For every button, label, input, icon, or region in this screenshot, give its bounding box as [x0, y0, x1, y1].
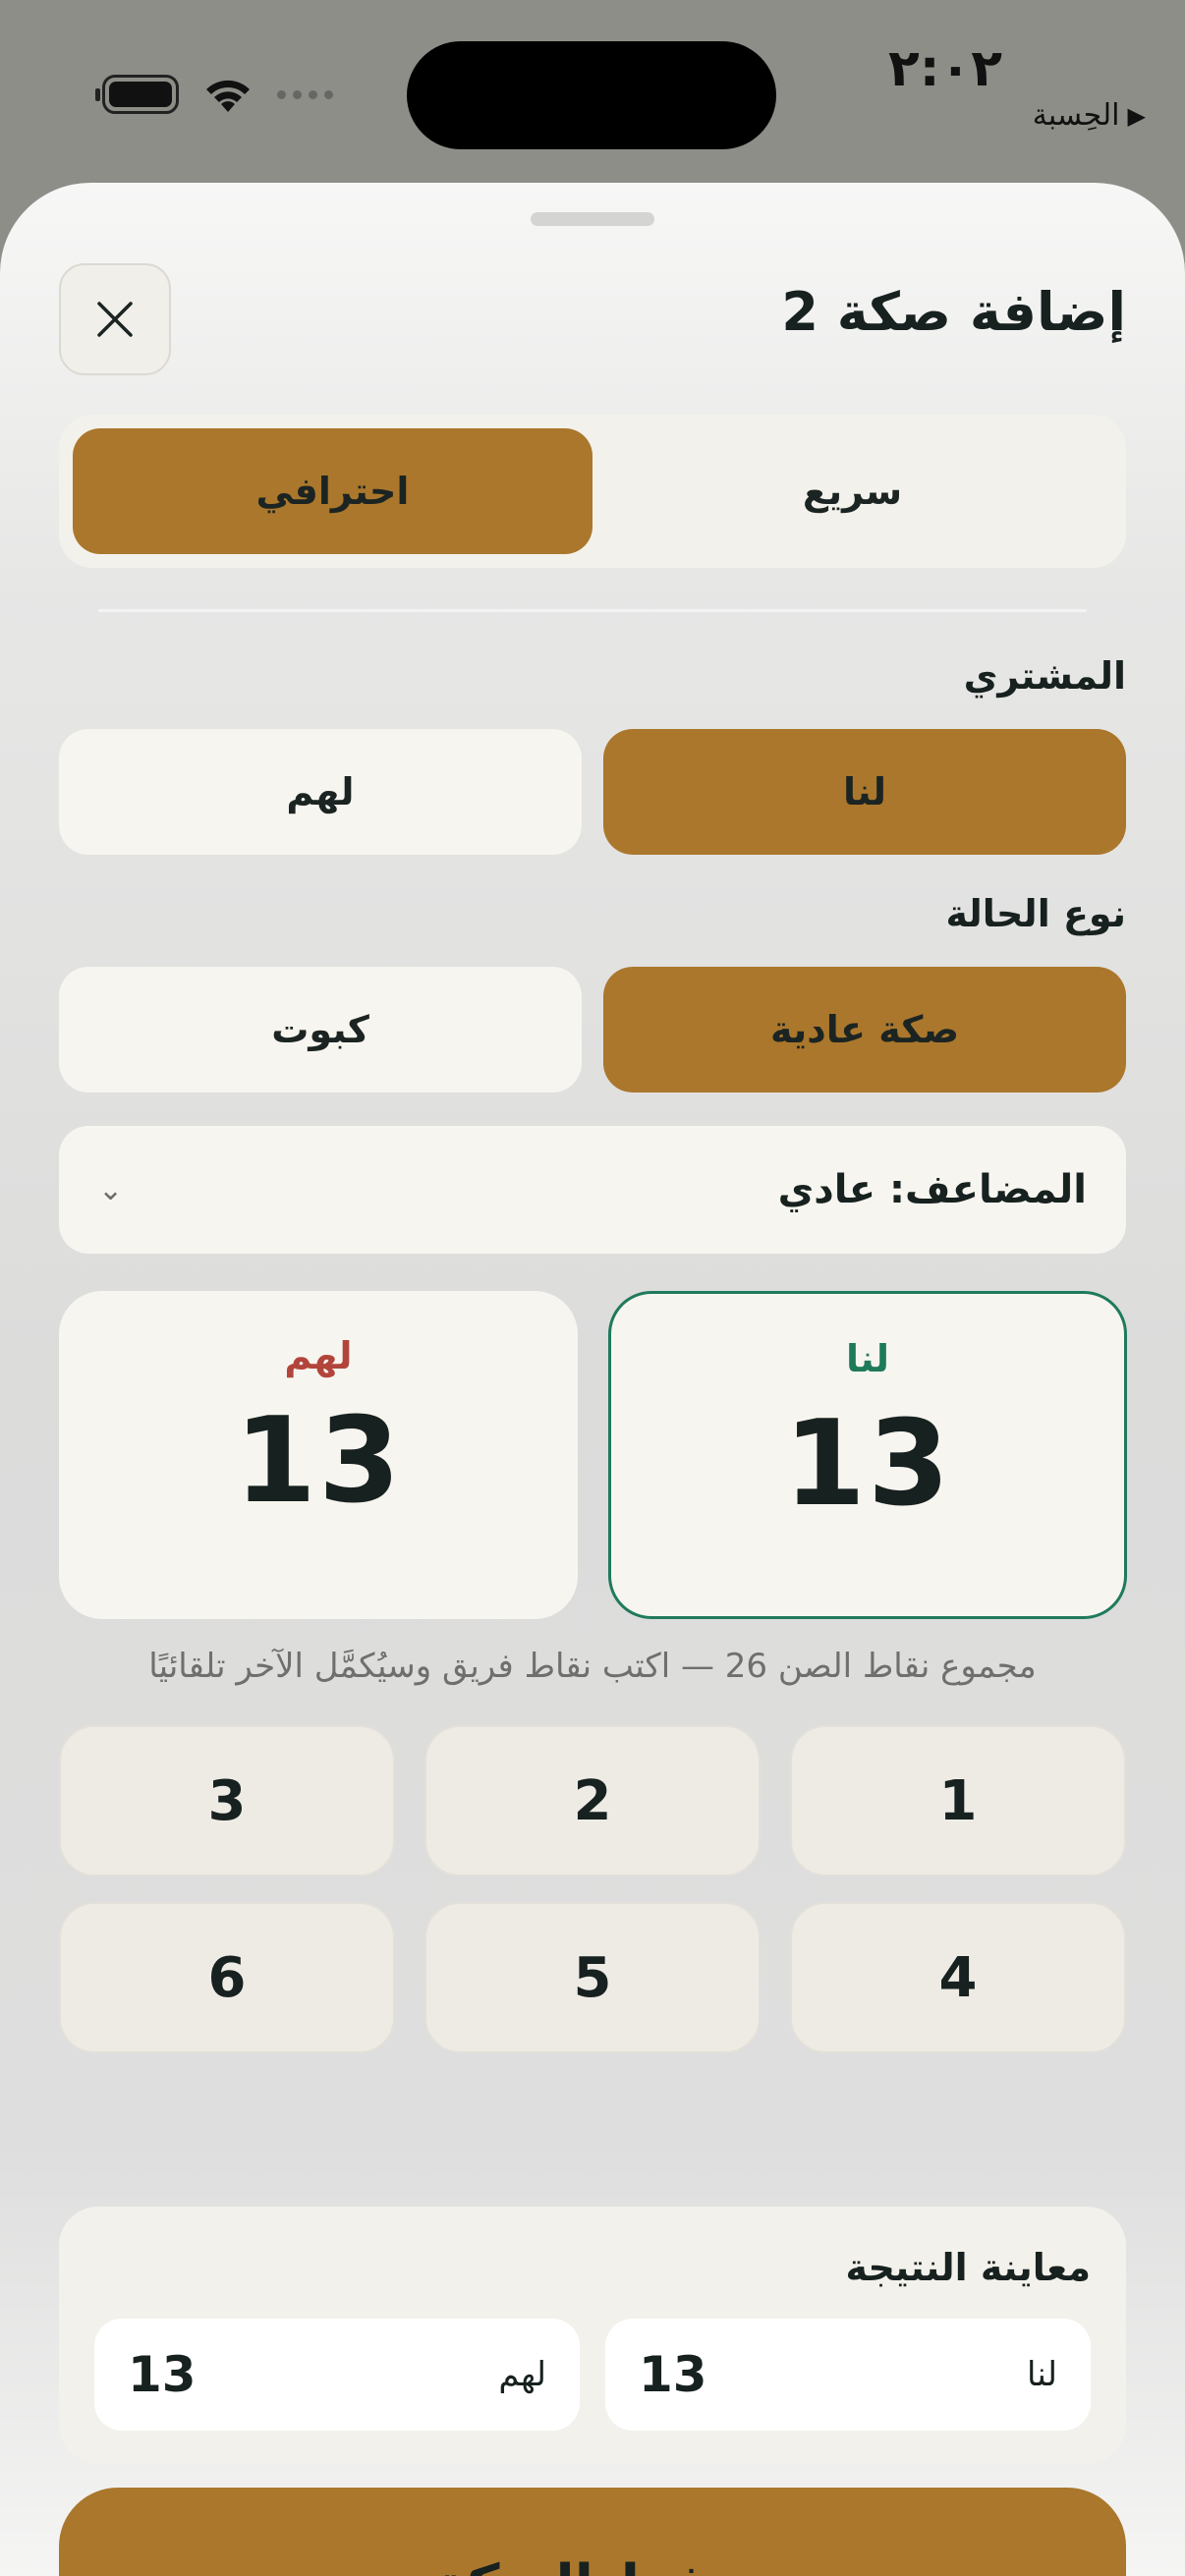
- sheet-title: إضافة صكة 2: [781, 281, 1126, 343]
- close-icon: [97, 302, 133, 337]
- score-card-ours[interactable]: لنا 13: [608, 1291, 1127, 1619]
- preview-theirs-value: 13: [128, 2346, 197, 2403]
- score-ours-value: 13: [783, 1396, 952, 1533]
- score-theirs-value: 13: [234, 1393, 403, 1530]
- sheet-grabber[interactable]: [531, 212, 654, 226]
- preview-theirs: 13 لهم: [94, 2319, 580, 2431]
- status-bar: ٢:٠٢ ▶ الحِسبة: [0, 0, 1185, 177]
- mode-quick-tab[interactable]: سريع: [592, 428, 1112, 554]
- case-kaboot-button[interactable]: كبوت: [59, 967, 582, 1092]
- keypad-key-3[interactable]: 3: [59, 1725, 395, 1876]
- preview-ours-label: لنا: [1027, 2355, 1057, 2394]
- multiplier-value: المضاعف: عادي: [777, 1167, 1087, 1212]
- keypad-key-1[interactable]: 1: [790, 1725, 1126, 1876]
- save-round-button[interactable]: حفظ الصكة: [59, 2488, 1126, 2576]
- points-hint: مجموع نقاط الصن 26 — اكتب نقاط فريق وسيُ…: [148, 1647, 1037, 1686]
- keypad-key-5[interactable]: 5: [424, 1902, 761, 2053]
- score-ours-label: لنا: [845, 1337, 890, 1380]
- score-theirs-label: لهم: [284, 1334, 353, 1377]
- buyer-selector: لنا لهم: [59, 729, 1126, 855]
- add-round-sheet: إضافة صكة 2 سريع احترافي المشتري لنا لهم…: [0, 183, 1185, 2576]
- wifi-icon: [206, 80, 250, 112]
- keypad-key-4[interactable]: 4: [790, 1902, 1126, 2053]
- status-time: ٢:٠٢: [887, 39, 1002, 98]
- mode-pro-tab[interactable]: احترافي: [73, 428, 592, 554]
- divider: [98, 609, 1087, 612]
- back-app-label: الحِسبة: [1032, 98, 1120, 133]
- chevron-down-icon: ⌄: [98, 1172, 124, 1207]
- system-icons: [95, 75, 333, 114]
- buyer-ours-button[interactable]: لنا: [603, 729, 1126, 855]
- preview-ours: 13 لنا: [605, 2319, 1091, 2431]
- back-to-app-link[interactable]: ▶ الحِسبة: [1033, 98, 1146, 133]
- buyer-label: المشتري: [963, 654, 1126, 698]
- cellular-signal-icon: [277, 89, 333, 99]
- buyer-theirs-button[interactable]: لهم: [59, 729, 582, 855]
- preview-title: معاينة النتيجة: [845, 2246, 1091, 2289]
- close-button[interactable]: [59, 263, 171, 375]
- multiplier-dropdown[interactable]: ⌄ المضاعف: عادي: [59, 1126, 1126, 1254]
- case-type-label: نوع الحالة: [945, 892, 1126, 935]
- dynamic-island: [407, 41, 776, 149]
- keypad-key-6[interactable]: 6: [59, 1902, 395, 2053]
- case-normal-button[interactable]: صكة عادية: [603, 967, 1126, 1092]
- score-card-theirs[interactable]: لهم 13: [59, 1291, 578, 1619]
- number-keypad: 1 2 3 4 5 6: [0, 1725, 1185, 2179]
- preview-theirs-label: لهم: [498, 2355, 546, 2394]
- mode-segmented-control: سريع احترافي: [59, 415, 1126, 568]
- back-arrow-icon: ▶: [1127, 101, 1146, 130]
- keypad-key-2[interactable]: 2: [424, 1725, 761, 1876]
- case-type-selector: صكة عادية كبوت: [59, 967, 1126, 1092]
- result-preview: معاينة النتيجة 13 لنا 13 لهم: [59, 2207, 1126, 2464]
- battery-icon: [95, 75, 179, 114]
- preview-ours-value: 13: [639, 2346, 707, 2403]
